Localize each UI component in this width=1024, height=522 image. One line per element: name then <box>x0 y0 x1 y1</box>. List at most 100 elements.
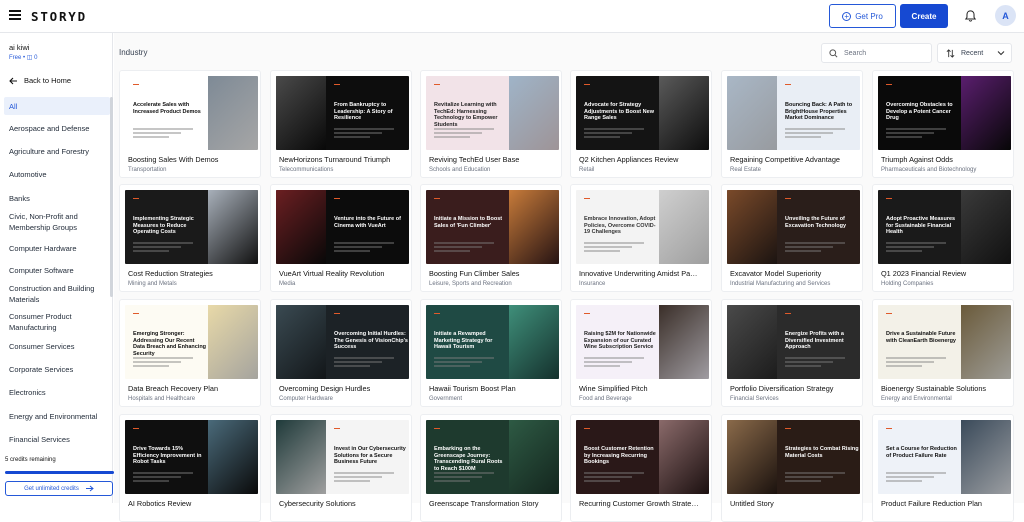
story-card[interactable]: Set a Course for Reduction of Product Fa… <box>872 414 1014 522</box>
story-card[interactable]: From Bankruptcy to Leadership: A Story o… <box>270 70 412 178</box>
search-placeholder: Search <box>844 49 867 57</box>
story-thumbnail: Implementing Strategic Measures to Reduc… <box>125 190 258 264</box>
slide-body-text-line <box>133 472 193 474</box>
category-item[interactable]: Financial Services <box>4 434 110 445</box>
back-to-home-link[interactable]: Back to Home <box>9 76 71 85</box>
story-card[interactable]: Advocate for Strategy Adjustments to Boo… <box>570 70 712 178</box>
slide-body-text-line <box>785 250 821 252</box>
story-card[interactable]: Venture into the Future of Cinema with V… <box>270 184 412 292</box>
story-card[interactable]: Invest in Our Cybersecurity Solutions fo… <box>270 414 412 522</box>
story-card[interactable]: Unveiling the Future of Excavation Techn… <box>721 184 863 292</box>
slide-body-text-line <box>886 246 934 248</box>
slide-accent-line <box>584 313 590 314</box>
slide-body-text-line <box>434 480 470 482</box>
sort-label: Recent <box>961 49 984 57</box>
category-item[interactable]: Civic, Non-Profit and Membership Groups <box>4 211 110 233</box>
category-item[interactable]: Construction and Building Materials <box>4 283 110 305</box>
story-card[interactable]: Adopt Proactive Measures for Sustainable… <box>872 184 1014 292</box>
slide-accent-line <box>584 84 590 85</box>
story-card[interactable]: Embarking on the Greenscape Journey: Tra… <box>420 414 562 522</box>
slide-accent-line <box>434 198 440 199</box>
story-card[interactable]: Strategies to Combat Rising Material Cos… <box>721 414 863 522</box>
slide-accent-line <box>334 313 340 314</box>
menu-icon[interactable] <box>9 10 21 20</box>
category-item[interactable]: Computer Software <box>4 265 110 276</box>
get-pro-button[interactable]: + Get Pro <box>829 4 896 28</box>
slide-accent-line <box>886 428 892 429</box>
slide-body-text-line <box>334 250 370 252</box>
story-industry: Transportation <box>128 167 167 173</box>
story-title: Product Failure Reduction Plan <box>881 499 982 508</box>
story-thumbnail: Initiate a Mission to Boost Sales of 'Fu… <box>426 190 559 264</box>
slide-body-text-line <box>584 136 620 138</box>
story-title: Q2 Kitchen Appliances Review <box>579 155 679 164</box>
story-title: VueArt Virtual Reality Revolution <box>279 269 385 278</box>
slide-body-text-line <box>133 246 181 248</box>
slide-headline: Initiate a Revamped Marketing Strategy f… <box>434 331 493 350</box>
category-item[interactable]: Energy and Environmental <box>4 411 110 422</box>
slide-body-text-line <box>334 357 394 359</box>
slide-body-text-line <box>886 250 922 252</box>
story-thumbnail: From Bankruptcy to Leadership: A Story o… <box>276 76 409 150</box>
story-card[interactable]: Overcoming Initial Hurdles: The Genesis … <box>270 299 412 407</box>
category-item[interactable]: Consumer Services <box>4 341 110 352</box>
story-thumbnail: Accelerate Sales with Increased Product … <box>125 76 258 150</box>
story-thumbnail: Energize Profits with a Diversified Inve… <box>727 305 860 379</box>
slide-body-text-line <box>434 476 482 478</box>
story-card[interactable]: Initiate a Revamped Marketing Strategy f… <box>420 299 562 407</box>
slide-body-text-line <box>584 365 620 367</box>
category-item[interactable]: Computer Hardware <box>4 243 110 254</box>
slide-accent-line <box>334 198 340 199</box>
category-item[interactable]: Agriculture and Forestry <box>4 146 110 157</box>
slide-accent-line <box>584 428 590 429</box>
slide-headline: Adopt Proactive Measures for Sustainable… <box>886 216 956 235</box>
sort-dropdown[interactable]: Recent <box>937 43 1012 63</box>
app-logo[interactable]: STORYD <box>31 9 87 24</box>
create-button[interactable]: Create <box>900 4 948 28</box>
slide-body-text-line <box>133 357 193 359</box>
top-bar: STORYD + Get Pro Create A <box>0 0 1024 33</box>
slide-body-text-line <box>785 365 821 367</box>
search-input[interactable]: Search <box>821 43 932 63</box>
category-item[interactable]: Aerospace and Defense <box>4 123 110 134</box>
story-card[interactable]: Raising $2M for Nationwide Expansion of … <box>570 299 712 407</box>
notification-bell-icon[interactable] <box>964 9 977 23</box>
story-card[interactable]: Overcoming Obstacles to Develop a Potent… <box>872 70 1014 178</box>
slide-body-text-line <box>886 365 922 367</box>
slide-headline: Bouncing Back: A Path to BrightHouse Pro… <box>785 102 853 121</box>
category-item[interactable]: Consumer Product Manufacturing <box>4 311 110 333</box>
slide-body-text-line <box>785 472 845 474</box>
thumbnail-image <box>727 76 777 150</box>
user-avatar[interactable]: A <box>995 5 1016 26</box>
story-title: Cost Reduction Strategies <box>128 269 213 278</box>
story-title: Triumph Against Odds <box>881 155 953 164</box>
story-card[interactable]: Boost Customer Retention by Increasing R… <box>570 414 712 522</box>
sidebar-scrollbar[interactable] <box>110 97 113 297</box>
story-card[interactable]: Initiate a Mission to Boost Sales of 'Fu… <box>420 184 562 292</box>
story-thumbnail: Invest in Our Cybersecurity Solutions fo… <box>276 420 409 494</box>
story-card[interactable]: Drive a Sustainable Future with CleanEar… <box>872 299 1014 407</box>
slide-accent-line <box>434 313 440 314</box>
story-card[interactable]: Implementing Strategic Measures to Reduc… <box>119 184 261 292</box>
slide-body-text-line <box>334 128 394 130</box>
category-item[interactable]: Corporate Services <box>4 364 110 375</box>
story-card[interactable]: Revitalize Learning with TechEd: Harness… <box>420 70 562 178</box>
story-card[interactable]: Drive Towards 15% Efficiency Improvement… <box>119 414 261 522</box>
slide-body-text-line <box>785 246 833 248</box>
slide-body-text-line <box>584 357 644 359</box>
plan-badge: Free • ◫ 0 <box>9 55 38 61</box>
slide-accent-line <box>434 84 440 85</box>
category-item[interactable]: Electronics <box>4 387 110 398</box>
story-card[interactable]: Accelerate Sales with Increased Product … <box>119 70 261 178</box>
thumbnail-image <box>208 190 258 264</box>
category-item[interactable]: All <box>4 97 110 115</box>
category-item[interactable]: Banks <box>4 193 110 204</box>
story-card[interactable]: Emerging Stronger: Addressing Our Recent… <box>119 299 261 407</box>
slide-body-text-line <box>584 128 644 130</box>
slide-accent-line <box>886 313 892 314</box>
story-card[interactable]: Energize Profits with a Diversified Inve… <box>721 299 863 407</box>
get-unlimited-credits-button[interactable]: Get unlimited credits <box>5 481 113 496</box>
story-card[interactable]: Embrace Innovation, Adopt Policies, Over… <box>570 184 712 292</box>
category-item[interactable]: Automotive <box>4 169 110 180</box>
story-card[interactable]: Bouncing Back: A Path to BrightHouse Pro… <box>721 70 863 178</box>
